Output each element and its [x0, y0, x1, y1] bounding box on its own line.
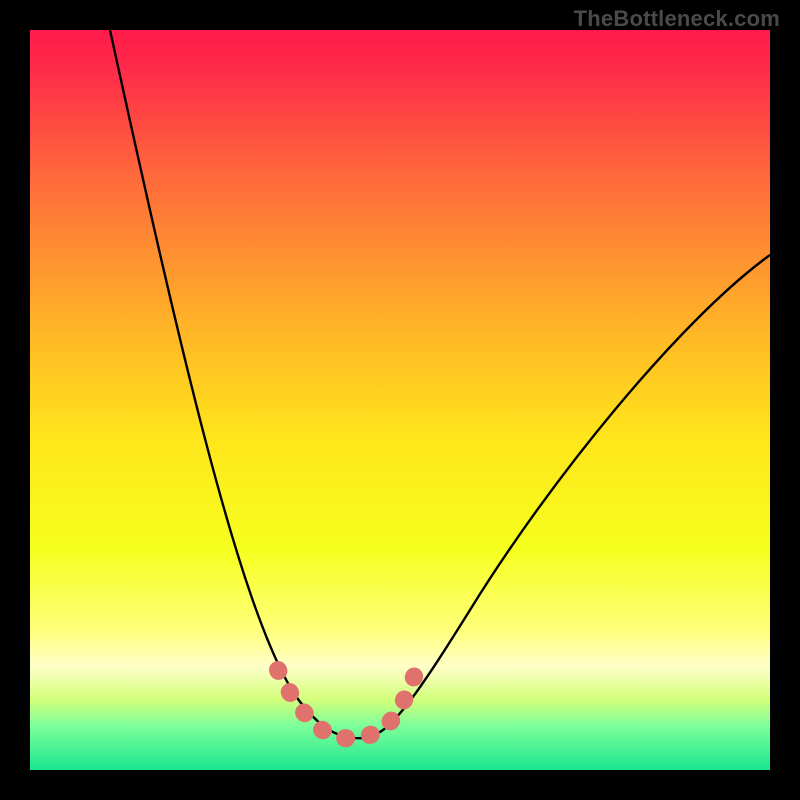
chart-frame: TheBottleneck.com — [0, 0, 800, 800]
chart-svg — [30, 30, 770, 770]
watermark: TheBottleneck.com — [574, 6, 780, 32]
chart-background — [30, 30, 770, 770]
plot-area — [30, 30, 770, 770]
